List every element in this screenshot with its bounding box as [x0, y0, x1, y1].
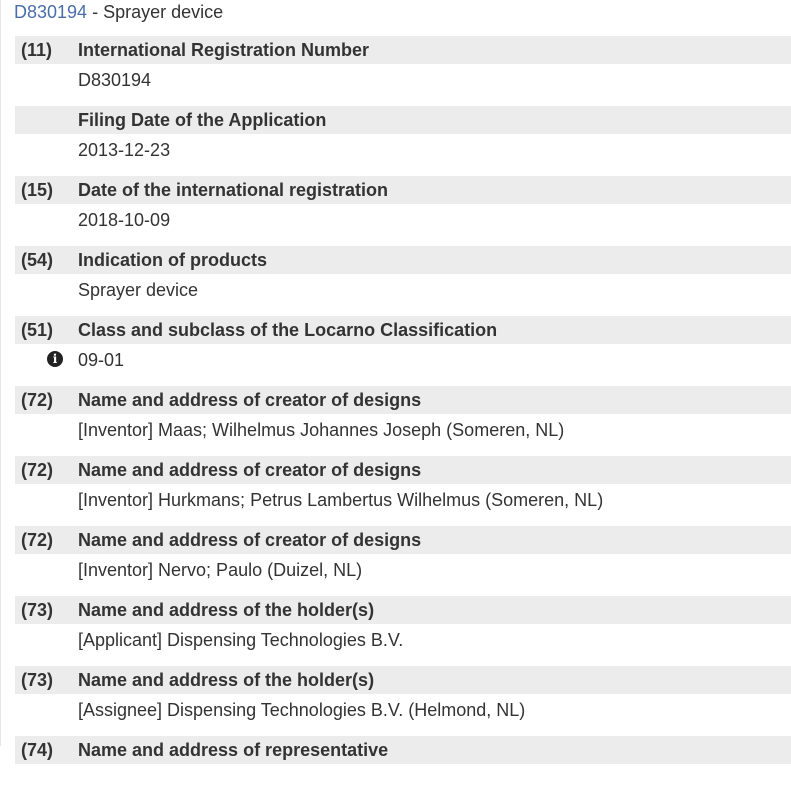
record-73: (73) Name and address of the holder(s) […	[15, 596, 791, 666]
record-value: [Applicant] Dispensing Technologies B.V.	[78, 630, 404, 650]
record-value: 2013-12-23	[78, 140, 171, 160]
record-code: (54)	[21, 250, 54, 270]
record-value: Sprayer device	[78, 280, 199, 300]
page-header: D830194 - Sprayer device	[14, 1, 223, 23]
record-73: (73) Name and address of the holder(s) […	[15, 666, 791, 736]
page-title: Sprayer device	[103, 2, 224, 22]
record-code: (74)	[21, 740, 54, 760]
record-code: (72)	[21, 530, 54, 550]
record-code: (73)	[21, 670, 54, 690]
registration-number-link[interactable]: D830194	[14, 2, 87, 22]
header-separator: -	[87, 2, 104, 22]
record-value: [Inventor] Hurkmans; Petrus Lambertus Wi…	[78, 490, 604, 510]
record-54: (54) Indication of products Sprayer devi…	[15, 246, 791, 316]
record-label: International Registration Number	[78, 40, 370, 60]
record-code: (15)	[21, 180, 54, 200]
record-value: [Inventor] Maas; Wilhelmus Johannes Jose…	[78, 420, 565, 440]
record-label: Name and address of the holder(s)	[78, 600, 375, 620]
records-list: (11) International Registration Number D…	[15, 36, 791, 806]
record-15: (15) Date of the international registrat…	[15, 176, 791, 246]
record-label: Name and address of the holder(s)	[78, 670, 375, 690]
record-code: (72)	[21, 460, 54, 480]
record-value: 09-01	[78, 350, 125, 370]
record-74: (74) Name and address of representative	[15, 736, 791, 806]
record-value: 2018-10-09	[78, 210, 171, 230]
record-value: [Assignee] Dispensing Technologies B.V. …	[78, 700, 526, 720]
record-72: (72) Name and address of creator of desi…	[15, 526, 791, 596]
record-51: (51) Class and subclass of the Locarno C…	[15, 316, 791, 386]
record-label: Name and address of creator of designs	[78, 460, 422, 480]
record-label: Indication of products	[78, 250, 267, 270]
info-icon[interactable]: i	[47, 351, 63, 367]
record-label: Date of the international registration	[78, 180, 389, 200]
record-code: (73)	[21, 600, 54, 620]
record-value: D830194	[78, 70, 152, 90]
record-filing-date: Filing Date of the Application 2013-12-2…	[15, 106, 791, 176]
record-code: (11)	[21, 40, 53, 60]
registration-detail-page: D830194 - Sprayer device (11) Internatio…	[0, 0, 791, 764]
record-value: [Inventor] Nervo; Paulo (Duizel, NL)	[78, 560, 363, 580]
record-label: Class and subclass of the Locarno Classi…	[78, 320, 498, 340]
record-code: (72)	[21, 390, 54, 410]
record-label: Filing Date of the Application	[78, 110, 327, 130]
record-72: (72) Name and address of creator of desi…	[15, 456, 791, 526]
record-label: Name and address of creator of designs	[78, 390, 422, 410]
record-code: (51)	[21, 320, 54, 340]
record-label: Name and address of creator of designs	[78, 530, 422, 550]
record-11: (11) International Registration Number D…	[15, 36, 791, 106]
record-72: (72) Name and address of creator of desi…	[15, 386, 791, 456]
record-label: Name and address of representative	[78, 740, 389, 760]
